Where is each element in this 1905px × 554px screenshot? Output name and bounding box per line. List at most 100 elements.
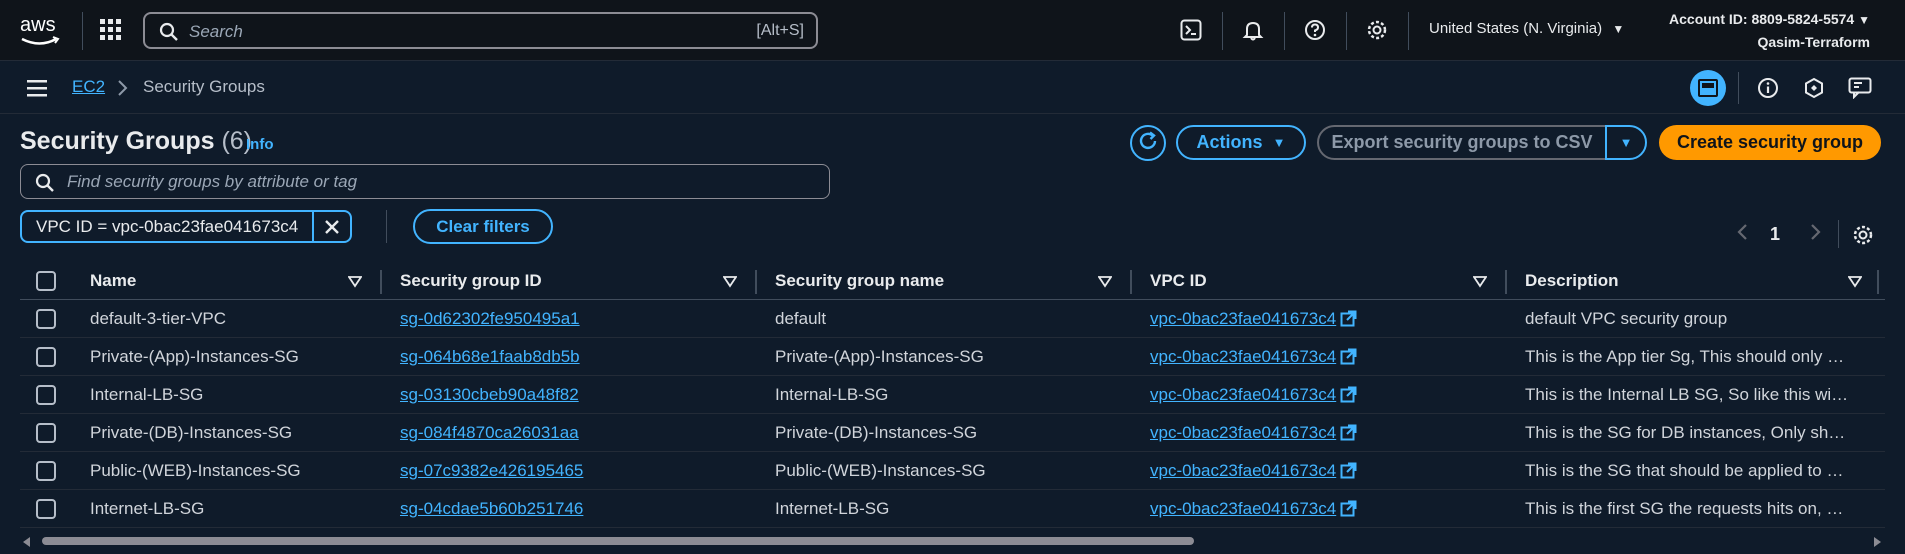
aws-logo[interactable]: aws (20, 14, 62, 46)
vpc-id-link[interactable]: vpc-0bac23fae041673c4 (1150, 347, 1336, 366)
row-checkbox[interactable] (36, 499, 56, 519)
hexagon-icon[interactable] (1796, 70, 1832, 106)
breadcrumb-bar: EC2 Security Groups (0, 62, 1905, 114)
cell-description: This is the first SG the requests hits o… (1525, 499, 1844, 518)
cell-description: default VPC security group (1525, 309, 1728, 328)
table-row[interactable]: Internal-LB-SG sg-03130cbeb90a48f82 Inte… (20, 376, 1885, 414)
cell-name: default-3-tier-VPC (90, 309, 227, 328)
close-icon[interactable] (314, 212, 350, 241)
aws-logo-text: aws (20, 14, 56, 36)
column-resizer[interactable] (1877, 270, 1879, 294)
region-label: United States (N. Virginia) (1429, 20, 1603, 37)
scroll-left-icon[interactable] (22, 535, 32, 553)
row-checkbox[interactable] (36, 385, 56, 405)
filter-input[interactable]: Find security groups by attribute or tag (20, 164, 830, 199)
export-dropdown-button[interactable]: ▼ (1605, 125, 1647, 160)
info-link[interactable]: Info (246, 136, 274, 153)
create-security-group-button[interactable]: Create security group (1659, 125, 1881, 160)
previous-page-icon[interactable] (1736, 222, 1750, 247)
global-search-input[interactable]: Search [Alt+S] (143, 12, 818, 49)
table-row[interactable]: Private-(App)-Instances-SG sg-064b68e1fa… (20, 338, 1885, 376)
vpc-id-link[interactable]: vpc-0bac23fae041673c4 (1150, 423, 1336, 442)
sort-icon[interactable] (1097, 275, 1113, 293)
column-header-description[interactable]: Description (1525, 271, 1619, 291)
external-link-icon[interactable] (1340, 310, 1357, 332)
column-resizer[interactable] (1505, 270, 1507, 294)
page-title: Security Groups (6) (20, 127, 252, 156)
sort-icon[interactable] (1847, 275, 1863, 293)
filter-token-text[interactable]: VPC ID = vpc-0bac23fae041673c4 (22, 212, 315, 241)
page-number[interactable]: 1 (1770, 224, 1780, 245)
external-link-icon[interactable] (1340, 500, 1357, 522)
export-label: Export security groups to CSV (1331, 132, 1593, 152)
column-resizer[interactable] (1130, 270, 1132, 294)
cloudshell-icon[interactable] (1178, 17, 1204, 43)
vpc-id-link[interactable]: vpc-0bac23fae041673c4 (1150, 499, 1336, 518)
chevron-right-icon (116, 78, 130, 103)
column-resizer[interactable] (380, 270, 382, 294)
cell-sg-id-link[interactable]: sg-07c9382e426195465 (400, 461, 740, 481)
table-row[interactable]: Public-(WEB)-Instances-SG sg-07c9382e426… (20, 452, 1885, 490)
row-checkbox[interactable] (36, 461, 56, 481)
clear-filters-button[interactable]: Clear filters (413, 209, 553, 244)
breadcrumb-current: Security Groups (143, 77, 265, 96)
cell-sg-id-link[interactable]: sg-03130cbeb90a48f82 (400, 385, 740, 405)
vpc-id-link[interactable]: vpc-0bac23fae041673c4 (1150, 309, 1336, 328)
column-resizer[interactable] (755, 270, 757, 294)
refresh-button[interactable] (1130, 125, 1166, 161)
next-page-icon[interactable] (1808, 222, 1822, 247)
cell-sg-id-link[interactable]: sg-064b68e1faab8db5b (400, 347, 740, 367)
external-link-icon[interactable] (1340, 348, 1357, 370)
external-link-icon[interactable] (1340, 386, 1357, 408)
bell-icon[interactable] (1240, 17, 1266, 43)
sort-icon[interactable] (347, 275, 363, 293)
column-header-sg-name[interactable]: Security group name (775, 271, 944, 291)
row-checkbox[interactable] (36, 347, 56, 367)
select-all-checkbox[interactable] (36, 271, 56, 291)
table-row[interactable]: Private-(DB)-Instances-SG sg-084f4870ca2… (20, 414, 1885, 452)
sort-icon[interactable] (1472, 275, 1488, 293)
menu-icon[interactable] (27, 78, 49, 103)
help-icon[interactable] (1302, 17, 1328, 43)
row-checkbox[interactable] (36, 309, 56, 329)
filter-placeholder: Find security groups by attribute or tag (67, 172, 358, 191)
cell-sg-id-link[interactable]: sg-0d62302fe950495a1 (400, 309, 740, 329)
info-icon[interactable] (1750, 70, 1786, 106)
table-row[interactable]: Internet-LB-SG sg-04cdae5b60b251746 Inte… (20, 490, 1885, 528)
panel-icon[interactable] (1690, 70, 1726, 106)
caret-down-icon: ▼ (1272, 135, 1286, 150)
export-csv-button[interactable]: Export security groups to CSV (1317, 125, 1607, 160)
external-link-icon[interactable] (1340, 462, 1357, 484)
refresh-icon (1137, 130, 1159, 157)
search-icon (35, 173, 55, 198)
row-checkbox[interactable] (36, 423, 56, 443)
cell-sg-id-link[interactable]: sg-04cdae5b60b251746 (400, 499, 740, 519)
account-menu[interactable]: Account ID: 8809-5824-5574 ▼ Qasim-Terra… (1669, 8, 1870, 53)
divider (1346, 12, 1347, 50)
cell-vpc-id: vpc-0bac23fae041673c4 (1150, 499, 1510, 522)
actions-button[interactable]: Actions ▼ (1176, 125, 1306, 160)
gear-icon[interactable] (1364, 17, 1390, 43)
vpc-id-link[interactable]: vpc-0bac23fae041673c4 (1150, 385, 1336, 404)
account-user: Qasim-Terraform (1757, 34, 1870, 50)
caret-down-icon: ▼ (1858, 13, 1870, 27)
cell-sg-id-link[interactable]: sg-084f4870ca26031aa (400, 423, 740, 443)
breadcrumb-ec2[interactable]: EC2 (72, 77, 105, 97)
scroll-right-icon[interactable] (1872, 535, 1882, 553)
external-link-icon[interactable] (1340, 424, 1357, 446)
feedback-icon[interactable] (1842, 70, 1878, 106)
column-header-sg-id[interactable]: Security group ID (400, 271, 542, 291)
region-selector[interactable]: United States (N. Virginia) ▼ (1429, 20, 1624, 37)
horizontal-scrollbar[interactable] (20, 534, 1885, 548)
table-row[interactable]: default-3-tier-VPC sg-0d62302fe950495a1 … (20, 300, 1885, 338)
column-header-name[interactable]: Name (90, 271, 136, 291)
vpc-id-link[interactable]: vpc-0bac23fae041673c4 (1150, 461, 1336, 480)
table-header: Name Security group ID Security group na… (20, 262, 1885, 300)
apps-grid-icon[interactable] (100, 19, 122, 41)
scrollbar-thumb[interactable] (42, 537, 1194, 545)
sort-icon[interactable] (722, 275, 738, 293)
gear-icon[interactable] (1852, 224, 1874, 251)
filter-token: VPC ID = vpc-0bac23fae041673c4 (20, 210, 353, 243)
account-id: Account ID: 8809-5824-5574 (1669, 11, 1855, 27)
column-header-vpc-id[interactable]: VPC ID (1150, 271, 1207, 291)
